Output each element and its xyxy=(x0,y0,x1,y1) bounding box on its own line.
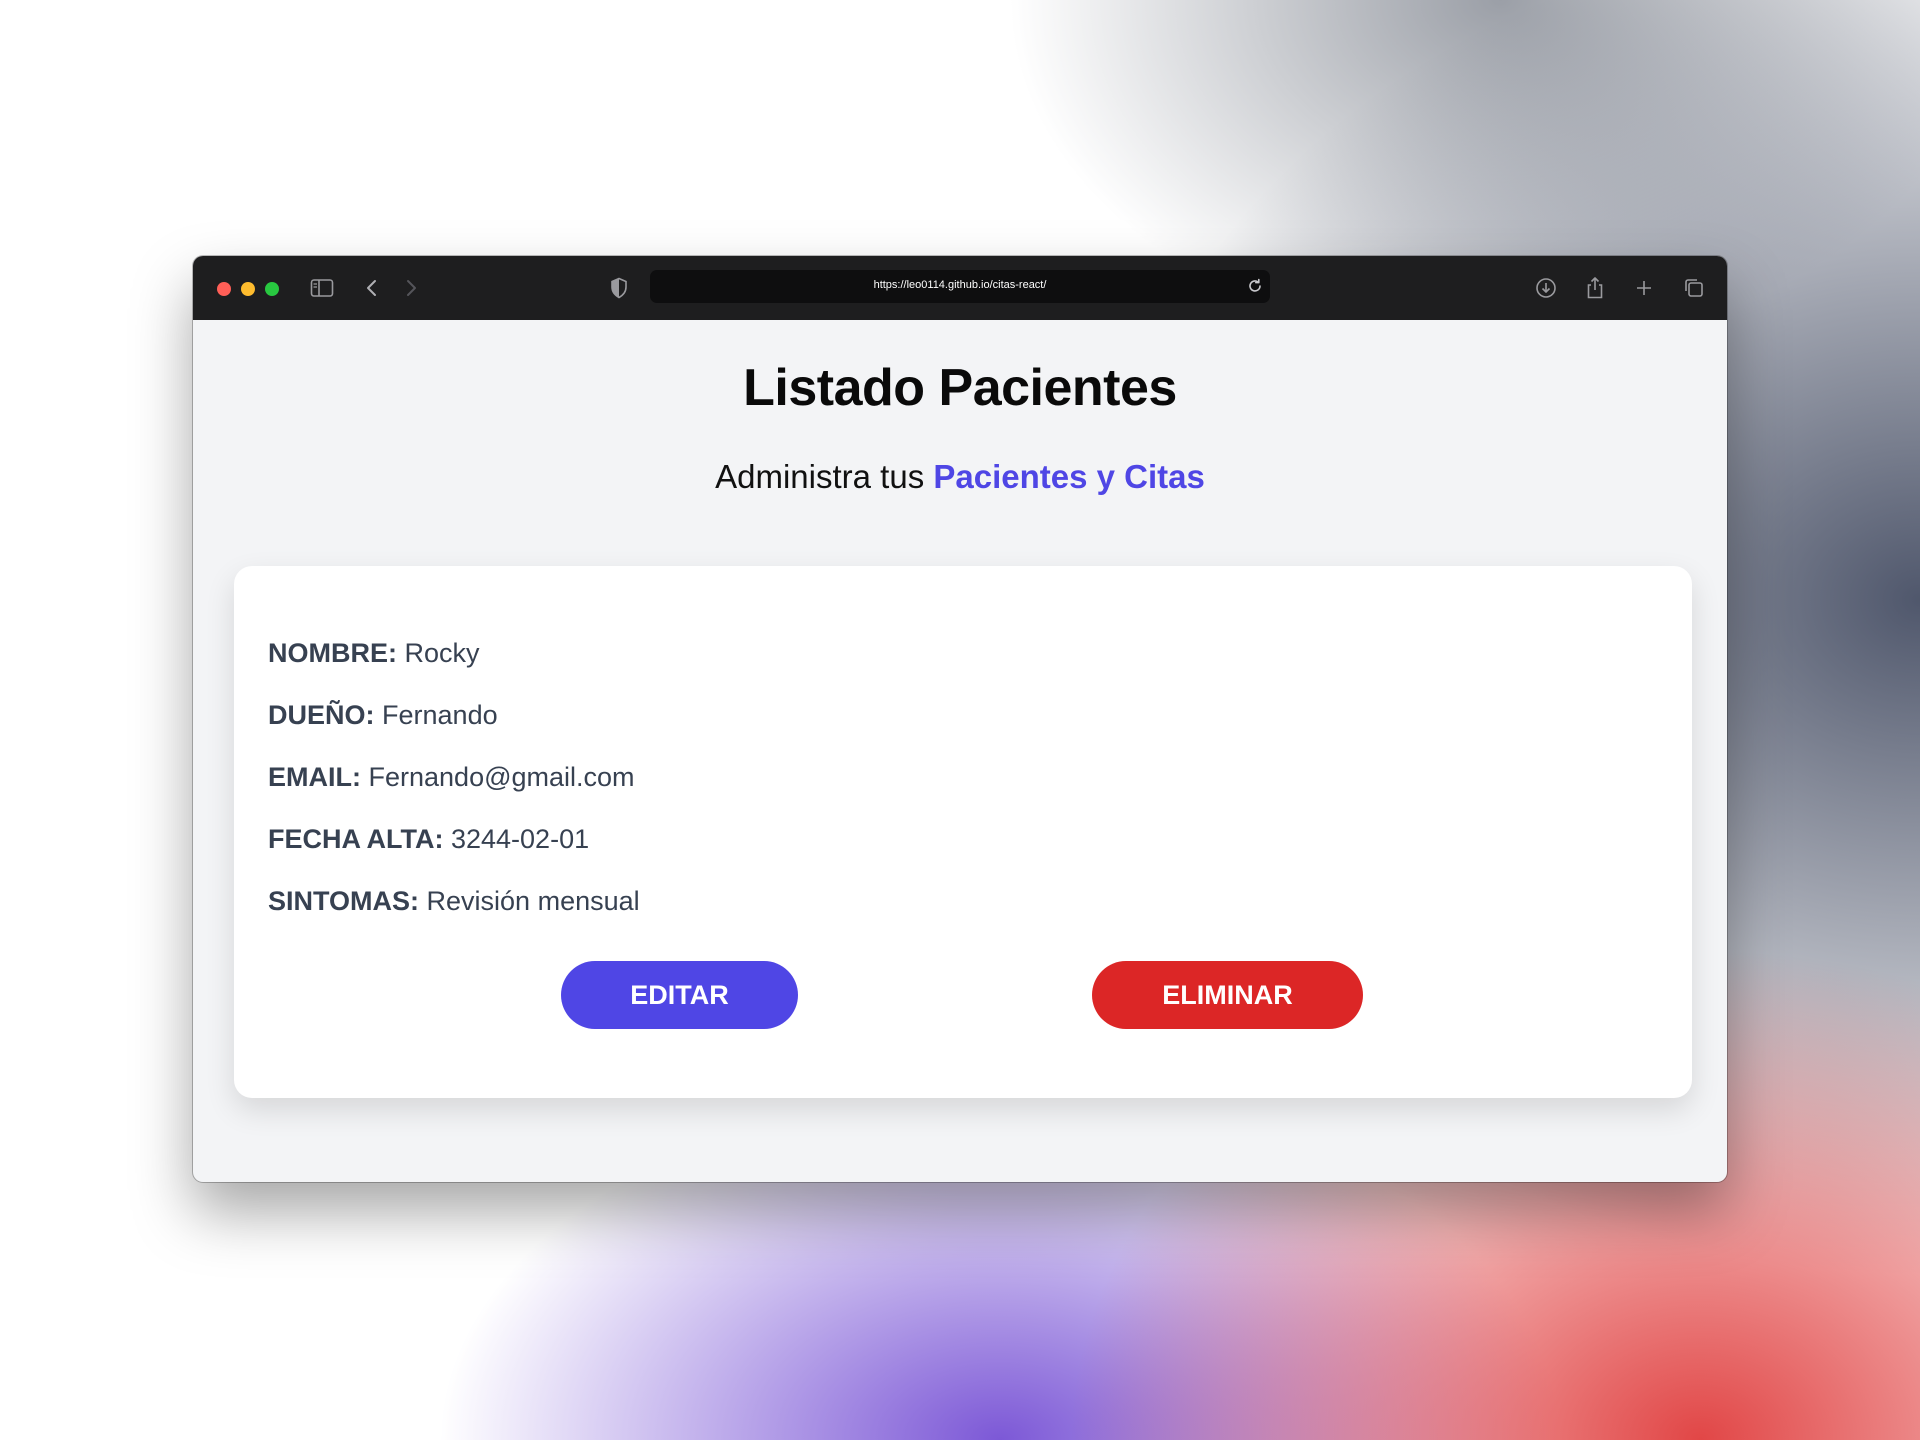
zoom-window-button[interactable] xyxy=(265,282,279,296)
patient-card: NOMBRE: Rocky DUEÑO: Fernando EMAIL: Fer… xyxy=(234,566,1692,1098)
page-title: Listado Pacientes xyxy=(743,359,1177,417)
delete-button[interactable]: ELIMINAR xyxy=(1092,961,1363,1029)
download-icon[interactable] xyxy=(1530,272,1562,304)
sidebar-icon[interactable] xyxy=(306,272,338,304)
patient-owner-value: Fernando xyxy=(382,700,498,730)
patient-symptoms-label: SINTOMAS: xyxy=(268,886,420,916)
share-icon[interactable] xyxy=(1579,272,1611,304)
patient-date-value: 3244-02-01 xyxy=(450,824,590,854)
browser-window: https://leo0114.github.io/citas-react/ L… xyxy=(193,256,1727,1182)
patient-symptoms-field: SINTOMAS: Revisión mensual xyxy=(268,886,640,917)
patient-name-field: NOMBRE: Rocky xyxy=(268,638,480,669)
patient-date-field: FECHA ALTA: 3244-02-01 xyxy=(268,824,589,855)
reload-icon[interactable] xyxy=(1239,270,1271,302)
tabs-overview-icon[interactable] xyxy=(1678,272,1710,304)
new-tab-icon[interactable] xyxy=(1628,272,1660,304)
page-subtitle: Administra tus Pacientes y Citas xyxy=(193,458,1727,496)
patient-symptoms-value: Revisión mensual xyxy=(426,886,640,916)
page-content: Listado Pacientes Administra tus Pacient… xyxy=(193,320,1727,1182)
browser-toolbar: https://leo0114.github.io/citas-react/ xyxy=(193,256,1727,320)
patient-owner-label: DUEÑO: xyxy=(268,700,375,730)
patient-name-value: Rocky xyxy=(404,638,480,668)
patient-name-label: NOMBRE: xyxy=(268,638,397,668)
url-text[interactable]: https://leo0114.github.io/citas-react/ xyxy=(650,279,1270,291)
patient-email-label: EMAIL: xyxy=(268,762,361,792)
patient-email-field: EMAIL: Fernando@gmail.com xyxy=(268,762,635,793)
forward-icon[interactable] xyxy=(395,272,427,304)
back-icon[interactable] xyxy=(356,272,388,304)
patient-email-value: Fernando@gmail.com xyxy=(368,762,635,792)
patient-date-label: FECHA ALTA: xyxy=(268,824,444,854)
edit-button[interactable]: EDITAR xyxy=(561,961,798,1029)
address-bar[interactable]: https://leo0114.github.io/citas-react/ xyxy=(650,270,1270,303)
patient-owner-field: DUEÑO: Fernando xyxy=(268,700,498,731)
shield-icon[interactable] xyxy=(603,272,635,304)
subtitle-prefix: Administra tus xyxy=(715,458,925,495)
close-window-button[interactable] xyxy=(217,282,231,296)
subtitle-highlight: Pacientes y Citas xyxy=(933,458,1205,495)
minimize-window-button[interactable] xyxy=(241,282,255,296)
